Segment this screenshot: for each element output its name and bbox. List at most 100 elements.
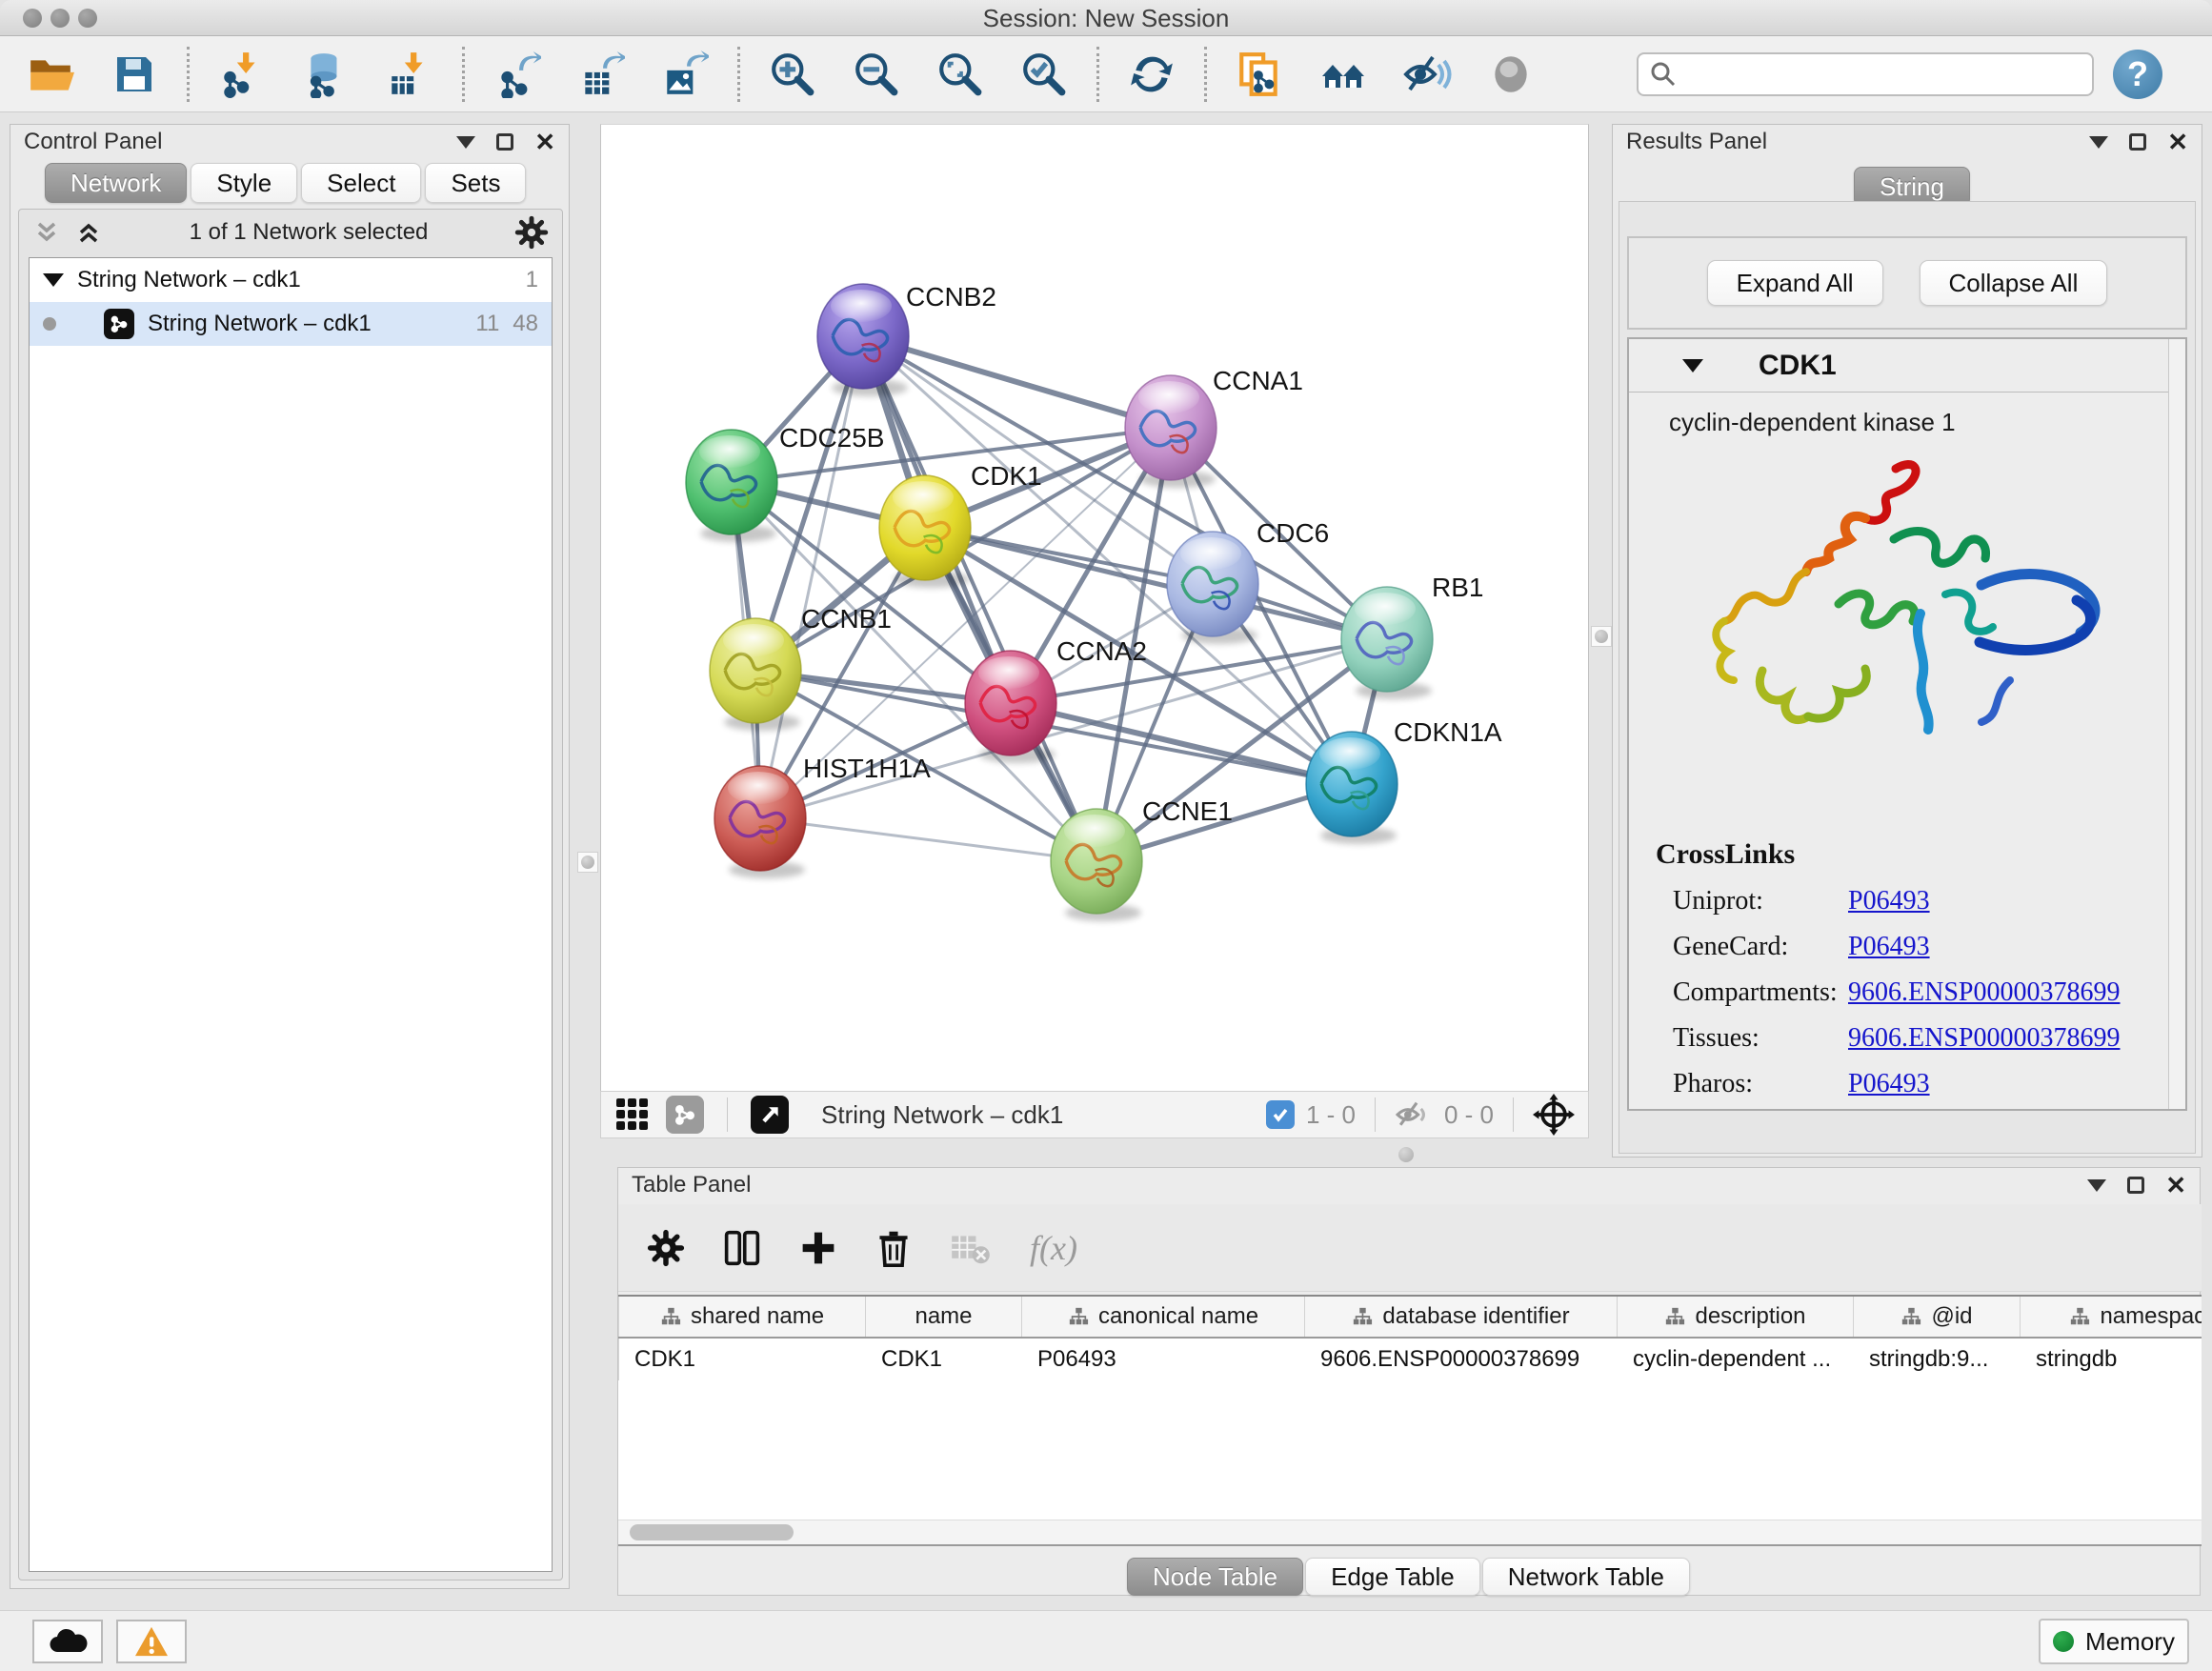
warning-status-button[interactable] bbox=[116, 1620, 187, 1663]
tab-edge-table[interactable]: Edge Table bbox=[1305, 1558, 1480, 1596]
help-button[interactable]: ? bbox=[2113, 50, 2162, 99]
network-canvas[interactable]: CCNB2CCNA1CDC25BCDK1CDC6RB1CCNB1CCNA2CDK… bbox=[600, 124, 1589, 1091]
node-label: RB1 bbox=[1432, 573, 1483, 602]
crosslink-link[interactable]: P06493 bbox=[1848, 1069, 1930, 1099]
collection-caret-icon[interactable] bbox=[43, 273, 64, 287]
show-all-button[interactable] bbox=[1485, 49, 1537, 100]
crosslink-label: Pharos: bbox=[1629, 1069, 1848, 1099]
column-header-description[interactable]: description bbox=[1618, 1297, 1854, 1337]
network-node-CCNE1[interactable]: CCNE1 bbox=[1051, 796, 1233, 921]
table-toolbar: f(x) bbox=[618, 1204, 2202, 1292]
column-header-name[interactable]: name bbox=[866, 1297, 1022, 1337]
zoom-selected-button[interactable] bbox=[1018, 49, 1070, 100]
table-hscroll-thumb[interactable] bbox=[630, 1524, 794, 1540]
network-node-HIST1H1A[interactable]: HIST1H1A bbox=[714, 754, 931, 878]
tab-select[interactable]: Select bbox=[301, 163, 421, 203]
tab-node-table[interactable]: Node Table bbox=[1127, 1558, 1303, 1596]
export-image-button[interactable] bbox=[659, 49, 711, 100]
network-node-CCNB1[interactable]: CCNB1 bbox=[710, 604, 892, 731]
shared-column-icon bbox=[2069, 1306, 2090, 1327]
float-panel-icon[interactable] bbox=[2127, 1177, 2144, 1194]
column-header-@id[interactable]: @id bbox=[1854, 1297, 2021, 1337]
collapse-all-icon[interactable] bbox=[32, 218, 61, 247]
show-columns-icon[interactable] bbox=[723, 1229, 761, 1267]
zoom-out-button[interactable] bbox=[851, 49, 902, 100]
table-row[interactable]: CDK1CDK1P064939606.ENSP00000378699cyclin… bbox=[618, 1339, 2202, 1380]
selected-count: 1 - 0 bbox=[1306, 1100, 1356, 1130]
close-panel-icon[interactable]: ✕ bbox=[534, 130, 555, 154]
tab-network[interactable]: Network bbox=[45, 163, 187, 203]
horizontal-splitter-handle[interactable] bbox=[1398, 1147, 1414, 1162]
protein-structure-image bbox=[1696, 452, 2115, 766]
gear-icon[interactable] bbox=[514, 215, 549, 250]
import-network-button[interactable] bbox=[216, 49, 268, 100]
pan-crosshair-icon[interactable] bbox=[1533, 1094, 1575, 1136]
add-column-icon[interactable] bbox=[799, 1229, 837, 1267]
tab-style[interactable]: Style bbox=[191, 163, 297, 203]
memory-button[interactable]: Memory bbox=[2039, 1619, 2189, 1664]
protein-section-header[interactable]: CDK1 bbox=[1629, 339, 2185, 393]
string-network-graph[interactable]: CCNB2CCNA1CDC25BCDK1CDC6RB1CCNB1CCNA2CDK… bbox=[601, 125, 1588, 1090]
search-input[interactable] bbox=[1684, 61, 2081, 88]
network-status-dot bbox=[43, 317, 56, 331]
crosslinks-heading: CrossLinks bbox=[1629, 838, 2162, 871]
share-view-icon[interactable] bbox=[666, 1096, 704, 1134]
float-panel-icon[interactable] bbox=[496, 133, 513, 151]
section-caret-icon[interactable] bbox=[1682, 359, 1703, 372]
table-settings-gear-icon[interactable] bbox=[647, 1229, 685, 1267]
panel-menu-icon[interactable] bbox=[2089, 136, 2108, 149]
birds-eye-view-icon[interactable] bbox=[751, 1096, 789, 1134]
crosslink-row: GeneCard:P06493 bbox=[1629, 932, 2162, 962]
network-node-RB1[interactable]: RB1 bbox=[1341, 573, 1483, 699]
left-splitter-handle[interactable] bbox=[577, 852, 598, 873]
hidden-items-icon[interactable] bbox=[1395, 1098, 1433, 1131]
delete-column-icon[interactable] bbox=[875, 1229, 912, 1267]
crosslink-link[interactable]: 9606.ENSP00000378699 bbox=[1848, 977, 2120, 1008]
network-node-CDKN1A[interactable]: CDKN1A bbox=[1306, 717, 1502, 844]
hide-selected-button[interactable] bbox=[1401, 49, 1453, 100]
cloud-status-button[interactable] bbox=[32, 1620, 103, 1663]
column-header-database-identifier[interactable]: database identifier bbox=[1305, 1297, 1618, 1337]
grid-view-icon[interactable] bbox=[614, 1097, 651, 1133]
crosslink-link[interactable]: P06493 bbox=[1848, 886, 1930, 916]
crosslink-link[interactable]: P06493 bbox=[1848, 932, 1930, 962]
import-database-icon bbox=[302, 50, 350, 98]
network-row-selected[interactable]: String Network – cdk1 11 48 bbox=[30, 302, 552, 346]
refresh-button[interactable] bbox=[1126, 49, 1177, 100]
import-database-button[interactable] bbox=[300, 49, 352, 100]
export-table-button[interactable] bbox=[575, 49, 627, 100]
column-header-shared-name[interactable]: shared name bbox=[619, 1297, 866, 1337]
zoom-fit-button[interactable] bbox=[935, 49, 986, 100]
selected-nodes-checkbox[interactable] bbox=[1266, 1100, 1295, 1129]
clone-network-button[interactable] bbox=[1234, 49, 1285, 100]
close-panel-icon[interactable]: ✕ bbox=[2167, 130, 2188, 154]
node-table: shared namename canonical name database id… bbox=[618, 1295, 2202, 1546]
expand-all-icon[interactable] bbox=[74, 218, 103, 247]
close-panel-icon[interactable]: ✕ bbox=[2165, 1173, 2186, 1198]
panel-menu-icon[interactable] bbox=[2087, 1179, 2106, 1192]
float-panel-icon[interactable] bbox=[2129, 133, 2146, 151]
network-node-CDK1[interactable]: CDK1 bbox=[879, 461, 1042, 588]
right-splitter-handle[interactable] bbox=[1591, 626, 1612, 647]
network-collection-row[interactable]: String Network – cdk1 1 bbox=[30, 258, 552, 302]
save-session-button[interactable] bbox=[109, 49, 160, 100]
expand-all-button[interactable]: Expand All bbox=[1707, 260, 1883, 306]
open-session-button[interactable] bbox=[25, 49, 76, 100]
network-node-CCNA2[interactable]: CCNA2 bbox=[965, 636, 1147, 763]
tab-network-table[interactable]: Network Table bbox=[1482, 1558, 1690, 1596]
crosslink-link[interactable]: 9606.ENSP00000378699 bbox=[1848, 1023, 2120, 1054]
table-cell: 9606.ENSP00000378699 bbox=[1305, 1346, 1618, 1373]
column-label: canonical name bbox=[1098, 1303, 1258, 1330]
column-header-namespace[interactable]: namespace bbox=[2021, 1297, 2202, 1337]
results-scrollbar[interactable] bbox=[2168, 339, 2185, 1109]
network-node-CCNB2[interactable]: CCNB2 bbox=[817, 282, 996, 396]
collapse-all-button[interactable]: Collapse All bbox=[1920, 260, 2108, 306]
import-table-button[interactable] bbox=[384, 49, 435, 100]
zoom-in-button[interactable] bbox=[767, 49, 818, 100]
tab-sets[interactable]: Sets bbox=[425, 163, 526, 203]
column-header-canonical-name[interactable]: canonical name bbox=[1022, 1297, 1305, 1337]
home-view-button[interactable] bbox=[1317, 49, 1369, 100]
export-network-button[interactable] bbox=[492, 49, 543, 100]
panel-menu-icon[interactable] bbox=[456, 136, 475, 149]
network-node-CDC6[interactable]: CDC6 bbox=[1167, 518, 1329, 644]
